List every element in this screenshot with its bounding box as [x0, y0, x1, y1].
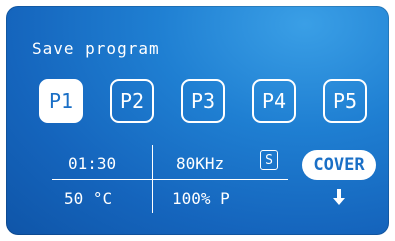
frequency-value: 80KHz [176, 154, 225, 173]
device-frame: Save program P1 P2 P3 P4 P5 01:30 80KHz … [0, 0, 395, 241]
program-button-p1[interactable]: P1 [39, 79, 83, 123]
status-grid-horizontal-divider [52, 179, 288, 180]
program-button-p5[interactable]: P5 [323, 79, 367, 123]
temperature-value: 50 °C [64, 189, 113, 208]
program-button-p3[interactable]: P3 [181, 79, 225, 123]
lcd-screen: Save program P1 P2 P3 P4 P5 01:30 80KHz … [6, 6, 389, 235]
screen-title: Save program [32, 39, 160, 58]
mode-badge: S [260, 150, 278, 170]
arrow-down-icon [333, 189, 345, 205]
program-button-p4[interactable]: P4 [252, 79, 296, 123]
cover-button[interactable]: COVER [302, 150, 376, 180]
power-value: 100% P [172, 189, 230, 208]
time-value: 01:30 [68, 154, 117, 173]
program-button-p2[interactable]: P2 [110, 79, 154, 123]
status-grid-vertical-divider [152, 145, 153, 213]
